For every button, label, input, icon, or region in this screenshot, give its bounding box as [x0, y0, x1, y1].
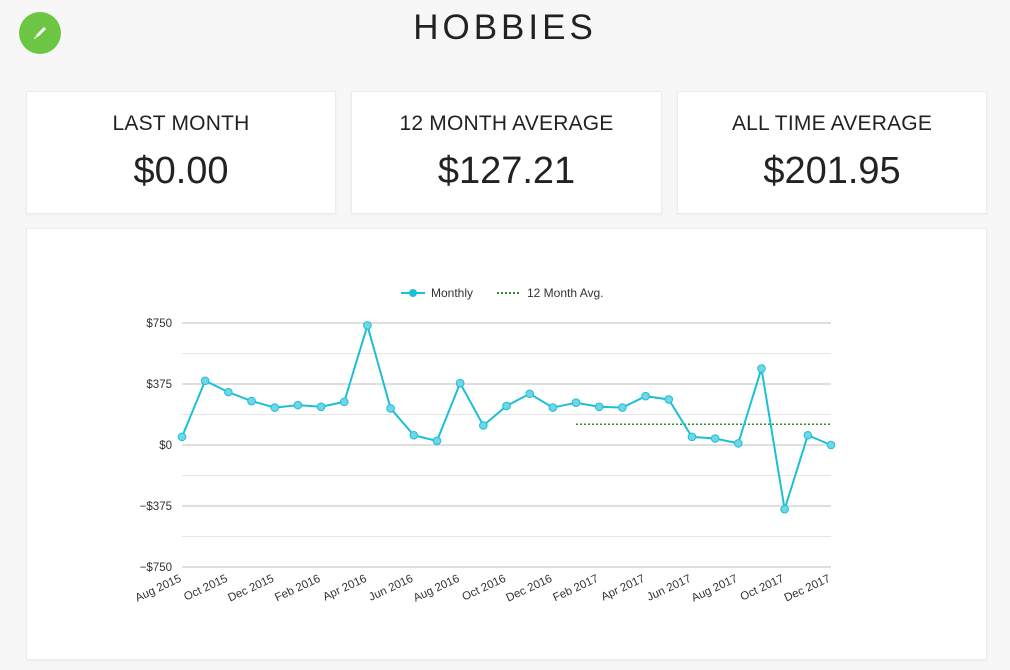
data-point[interactable] — [641, 391, 650, 401]
x-tick-label: Aug 2016 — [412, 573, 462, 605]
data-point[interactable] — [803, 430, 813, 440]
stat-value: $0.00 — [133, 150, 229, 192]
chart-panel: $750 $375 $0 −$375 −$750 Aug 2015 Oct 2015 Dec… — [26, 228, 987, 660]
data-point[interactable] — [316, 402, 326, 412]
data-point[interactable] — [177, 432, 187, 442]
y-tick-label: $750 — [146, 318, 172, 330]
data-point[interactable] — [339, 397, 349, 407]
stat-value: $201.95 — [763, 150, 901, 192]
data-point[interactable] — [525, 389, 534, 399]
y-tick-label: −$375 — [140, 501, 172, 513]
data-point[interactable] — [200, 376, 210, 386]
data-point[interactable] — [548, 403, 558, 412]
x-tick-label: Jun 2017 — [645, 573, 693, 604]
x-tick-label: Oct 2017 — [739, 573, 786, 604]
data-point[interactable] — [664, 395, 674, 404]
x-tick-label: Feb 2017 — [551, 573, 600, 604]
x-tick-label: Dec 2017 — [783, 573, 833, 605]
x-tick-label: Aug 2017 — [690, 573, 740, 605]
y-tick-label: −$750 — [140, 562, 172, 574]
x-tick-label: Apr 2017 — [599, 573, 646, 604]
data-point[interactable] — [826, 440, 836, 450]
stat-card-all-time-average: ALL TIME AVERAGE $201.95 — [677, 91, 987, 214]
x-tick-label: Aug 2015 — [134, 573, 184, 605]
data-point[interactable] — [247, 396, 256, 406]
page-title: HOBBIES — [413, 8, 597, 47]
data-point[interactable] — [757, 364, 766, 373]
data-point[interactable] — [710, 434, 720, 443]
stat-label: LAST MONTH — [112, 112, 250, 135]
data-point[interactable] — [733, 439, 743, 448]
stat-label: 12 MONTH AVERAGE — [399, 112, 614, 135]
legend-monthly-marker — [409, 289, 417, 297]
data-point[interactable] — [571, 398, 581, 408]
data-point[interactable] — [455, 378, 465, 388]
x-tick-label: Dec 2016 — [504, 573, 554, 605]
data-point[interactable] — [363, 321, 372, 330]
data-point[interactable] — [618, 403, 627, 412]
legend-monthly-label: Monthly — [431, 286, 473, 300]
data-point[interactable] — [594, 402, 604, 412]
data-point[interactable] — [386, 404, 395, 413]
data-point[interactable] — [224, 387, 233, 397]
data-point[interactable] — [479, 421, 488, 430]
stat-card-12-month-average: 12 MONTH AVERAGE $127.21 — [351, 91, 662, 214]
y-tick-label: $375 — [146, 379, 172, 391]
x-tick-label: Dec 2015 — [226, 573, 276, 605]
data-point[interactable] — [432, 436, 442, 446]
x-tick-label: Oct 2015 — [182, 573, 229, 604]
data-point[interactable] — [687, 432, 697, 442]
data-point[interactable] — [409, 430, 419, 440]
stat-value: $127.21 — [437, 150, 576, 192]
legend-avg-label: 12 Month Avg. — [527, 286, 604, 300]
x-tick-label: Jun 2016 — [367, 573, 415, 604]
x-tick-label: Apr 2016 — [321, 573, 368, 604]
stat-card-last-month: LAST MONTH $0.00 — [26, 91, 336, 214]
line-chart: $750$375$0−$375−$750 Aug 2015Oct 2015Dec… — [134, 286, 836, 605]
data-point[interactable] — [780, 504, 789, 514]
data-point[interactable] — [270, 403, 280, 412]
x-tick-label: Oct 2016 — [460, 573, 507, 604]
stat-label: ALL TIME AVERAGE — [731, 112, 933, 135]
data-point[interactable] — [502, 401, 511, 411]
x-tick-label: Feb 2016 — [273, 573, 322, 604]
y-tick-label: $0 — [159, 440, 172, 452]
data-point[interactable] — [293, 400, 303, 410]
